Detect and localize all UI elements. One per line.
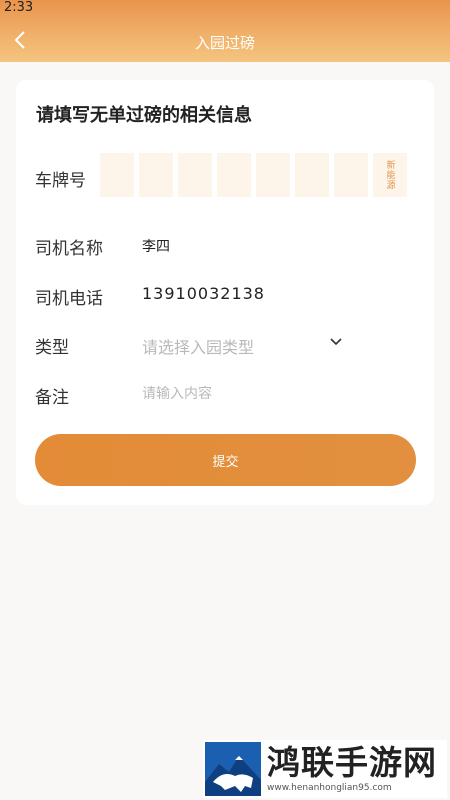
form-card: 请填写无单过磅的相关信息 车牌号 新能源 司机名称 李四 司机电话 139100…: [16, 80, 434, 505]
plate-char-box[interactable]: [178, 153, 212, 197]
status-time: 2:33: [4, 0, 34, 15]
plate-char-box[interactable]: [217, 153, 251, 197]
type-label: 类型: [35, 338, 69, 358]
plate-char-box[interactable]: [256, 153, 290, 197]
watermark: 鸿联手游网 www.henanhonglian95.com: [203, 740, 447, 798]
page-title: 入园过磅: [194, 34, 255, 52]
submit-button[interactable]: 提交: [35, 434, 416, 486]
driver-phone-label: 司机电话: [35, 289, 103, 309]
driver-name-field[interactable]: 李四: [142, 236, 170, 256]
form-title: 请填写无单过磅的相关信息: [36, 105, 252, 126]
watermark-url: www.henanhonglian95.com: [267, 783, 392, 793]
plate-char-box[interactable]: [334, 153, 368, 197]
remark-label: 备注: [35, 388, 69, 408]
watermark-logo-icon: [205, 742, 261, 796]
plate-char-box[interactable]: [100, 153, 134, 197]
type-select[interactable]: 请选择入园类型: [142, 334, 254, 358]
plate-label: 车牌号: [35, 171, 86, 191]
driver-name-label: 司机名称: [35, 239, 103, 259]
plate-new-energy-box[interactable]: 新能源: [373, 153, 407, 197]
driver-phone-field[interactable]: 13910032138: [142, 284, 265, 303]
new-energy-label: 新能源: [384, 160, 395, 190]
chevron-down-icon[interactable]: [328, 333, 344, 349]
plate-input: 新能源: [100, 153, 407, 197]
watermark-name: 鸿联手游网: [267, 743, 437, 782]
remark-input[interactable]: [142, 382, 412, 406]
app-header: 2:33 入园过磅: [0, 0, 450, 62]
plate-char-box[interactable]: [139, 153, 173, 197]
plate-char-box[interactable]: [295, 153, 329, 197]
